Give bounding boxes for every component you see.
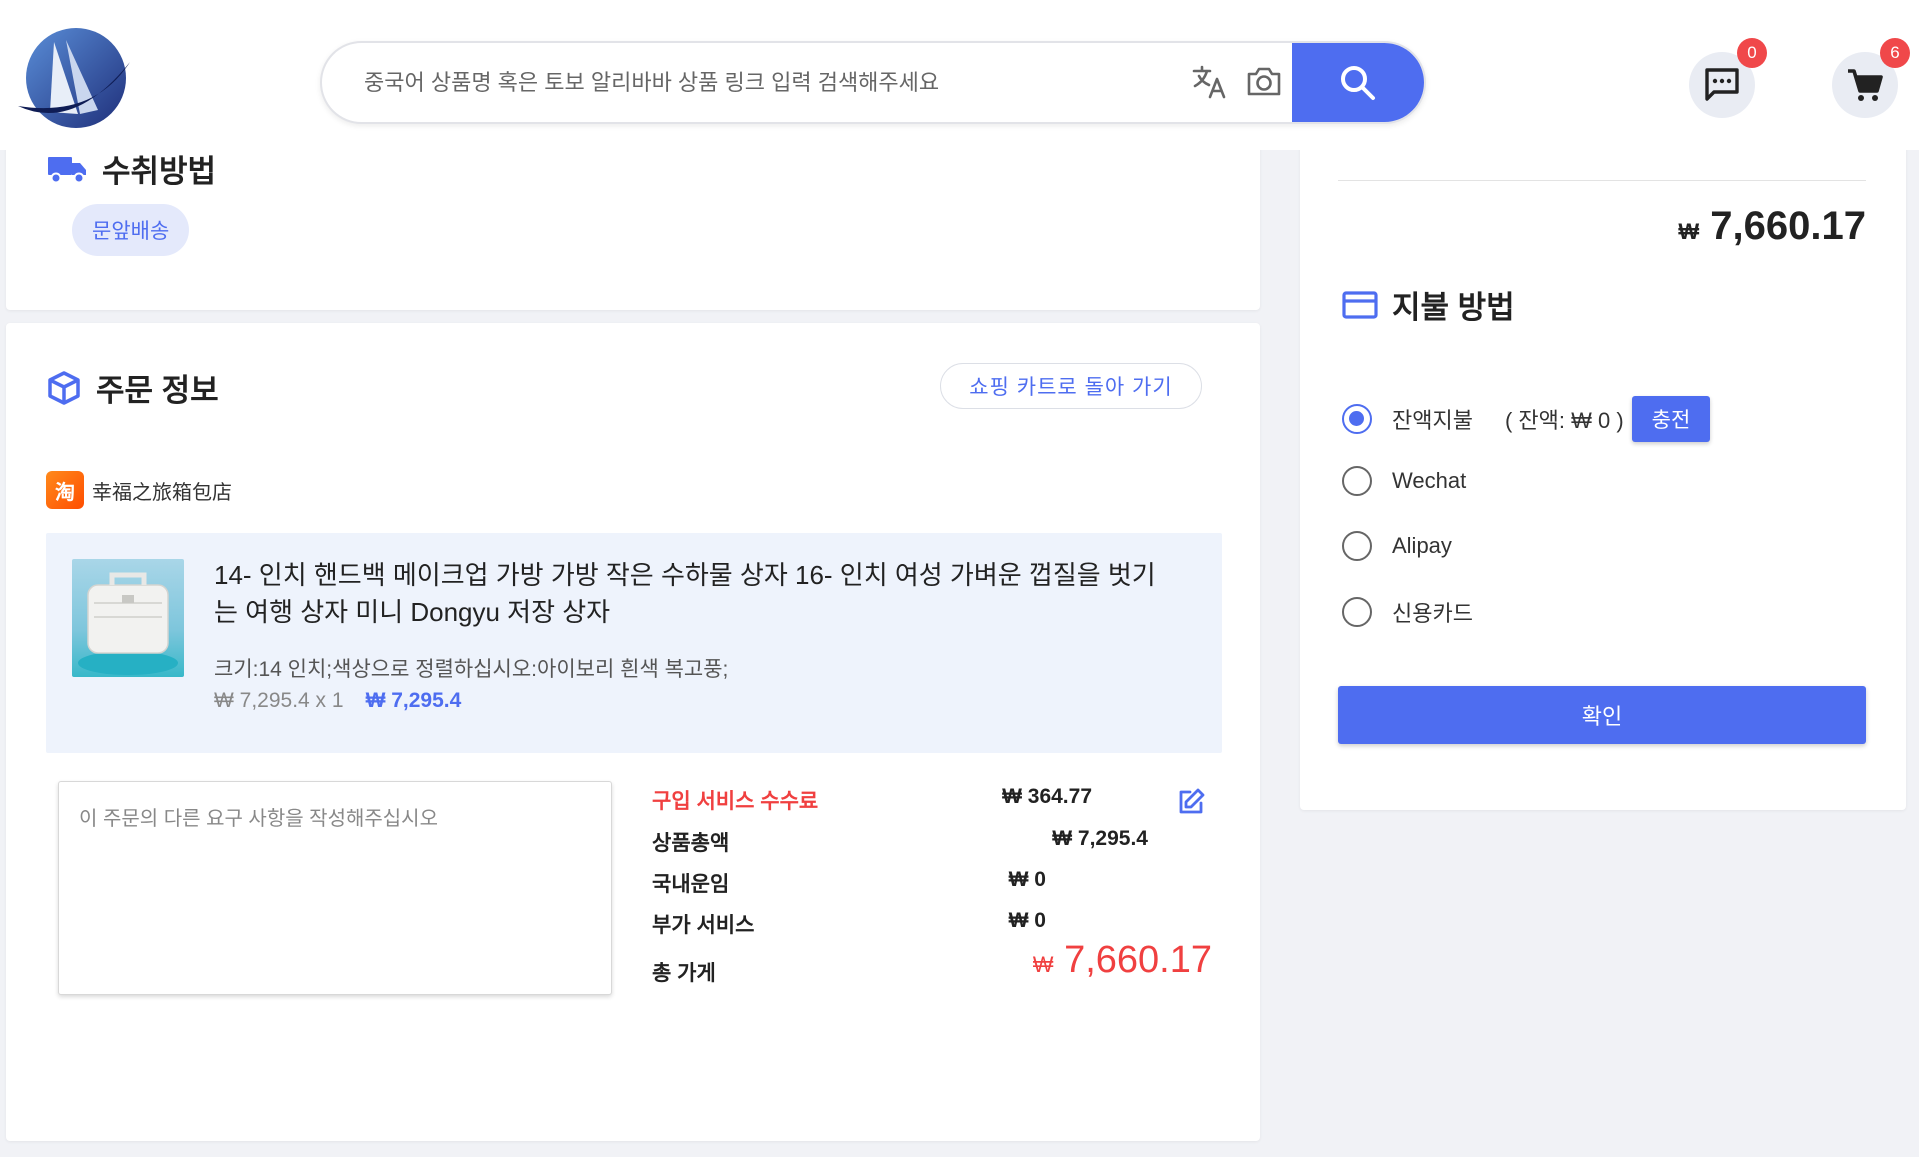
payment-total: ₩ 7,660.17 bbox=[1678, 204, 1866, 249]
search-button[interactable] bbox=[1292, 43, 1424, 122]
extra-service-value: ₩ 0 bbox=[1008, 909, 1046, 932]
payment-option-label: 잔액지불 bbox=[1392, 408, 1473, 433]
search-bar bbox=[320, 41, 1426, 124]
order-header: 주문 정보 bbox=[46, 365, 219, 410]
chat-icon bbox=[1705, 68, 1739, 101]
product-image[interactable] bbox=[72, 559, 184, 677]
extra-service-label: 부가 서비스 bbox=[652, 914, 755, 937]
truck-icon bbox=[48, 156, 86, 183]
payment-title: 지불 방법 bbox=[1392, 290, 1515, 325]
messages-button[interactable]: 0 bbox=[1689, 38, 1767, 118]
search-input[interactable] bbox=[364, 43, 1144, 122]
grand-total-currency: ₩ bbox=[1032, 952, 1054, 977]
grand-total-label: 총 가게 bbox=[652, 962, 716, 985]
delivery-method-chip[interactable]: 문앞배송 bbox=[72, 204, 190, 256]
radio-balance[interactable] bbox=[1342, 404, 1372, 434]
payment-total-amount: 7,660.17 bbox=[1710, 204, 1866, 248]
service-fee-value: ₩ 364.77 bbox=[1002, 785, 1092, 808]
edit-icon[interactable] bbox=[1176, 787, 1206, 817]
grand-total-amount: 7,660.17 bbox=[1064, 939, 1212, 981]
payment-option-alipay[interactable]: Alipay bbox=[1342, 531, 1452, 561]
search-icon bbox=[1341, 65, 1375, 100]
cart-button[interactable]: 6 bbox=[1832, 38, 1910, 118]
order-info-section: 주문 정보 쇼핑 카트로 돌아 가기 淘 幸福之旅箱包店 14- 인치 핸드백 … bbox=[6, 323, 1260, 1141]
translate-icon[interactable] bbox=[1190, 62, 1230, 102]
payment-option-wechat[interactable]: Wechat bbox=[1342, 466, 1466, 496]
unit-price: ₩ 7,295.4 x 1 bbox=[214, 689, 344, 712]
payment-option-balance[interactable]: 잔액지불 ( 잔액: ₩ 0 ) 충전 bbox=[1342, 396, 1711, 442]
cart-icon bbox=[1848, 69, 1883, 101]
product-title[interactable]: 14- 인치 핸드백 메이크업 가방 가방 작은 수하물 상자 16- 인치 여… bbox=[214, 557, 1174, 631]
box-icon bbox=[48, 370, 80, 405]
payment-header: 지불 방법 bbox=[1342, 282, 1515, 327]
shop-name[interactable]: 幸福之旅箱包店 bbox=[92, 476, 232, 505]
balance-text: ( 잔액: ₩ 0 ) bbox=[1504, 408, 1624, 433]
goods-total-label: 상품총액 bbox=[652, 832, 730, 855]
payment-option-label: Wechat bbox=[1392, 468, 1467, 493]
service-fee-label: 구입 서비스 수수료 bbox=[652, 790, 819, 813]
line-total: ₩ 7,295.4 bbox=[365, 689, 462, 712]
radio-wechat[interactable] bbox=[1342, 466, 1372, 496]
taobao-logo: 淘 bbox=[46, 471, 84, 509]
delivery-title: 수취방법 bbox=[102, 154, 217, 189]
domestic-shipping-label: 국내운임 bbox=[652, 873, 730, 896]
product-item: 14- 인치 핸드백 메이크업 가방 가방 작은 수하물 상자 16- 인치 여… bbox=[46, 533, 1222, 753]
payment-total-currency: ₩ bbox=[1678, 219, 1700, 244]
order-memo-input[interactable] bbox=[58, 781, 612, 995]
cart-badge: 6 bbox=[1880, 38, 1910, 68]
order-title: 주문 정보 bbox=[96, 373, 219, 408]
messages-badge: 0 bbox=[1737, 38, 1767, 68]
payment-option-credit-card[interactable]: 신용카드 bbox=[1342, 596, 1473, 628]
goods-total-value: ₩ 7,295.4 bbox=[1052, 827, 1148, 850]
product-price: ₩ 7,295.4 x 1 ₩ 7,295.4 bbox=[214, 689, 461, 713]
divider bbox=[1338, 180, 1866, 181]
delivery-header: 수취방법 bbox=[46, 146, 216, 191]
radio-alipay[interactable] bbox=[1342, 531, 1372, 561]
payment-section: ₩ 7,660.17 지불 방법 잔액지불 ( 잔액: ₩ 0 ) 충전 Wec… bbox=[1300, 120, 1906, 810]
domestic-shipping-value: ₩ 0 bbox=[1008, 868, 1046, 891]
site-logo[interactable] bbox=[14, 22, 132, 134]
radio-credit-card[interactable] bbox=[1342, 597, 1372, 627]
grand-total-value: ₩ 7,660.17 bbox=[1033, 939, 1212, 982]
charge-button[interactable]: 충전 bbox=[1631, 396, 1711, 442]
top-header: 0 6 bbox=[0, 0, 1919, 150]
payment-option-label: Alipay bbox=[1392, 533, 1452, 558]
credit-card-icon bbox=[1342, 290, 1378, 319]
camera-icon[interactable] bbox=[1244, 62, 1284, 102]
back-to-cart-button[interactable]: 쇼핑 카트로 돌아 가기 bbox=[940, 363, 1202, 409]
confirm-button[interactable]: 확인 bbox=[1338, 686, 1866, 744]
shop-info: 淘 幸福之旅箱包店 bbox=[46, 471, 232, 509]
product-spec: 크기:14 인치;색상으로 정렬하십시오:아이보리 흰색 복고풍; bbox=[214, 658, 729, 681]
payment-option-label: 신용카드 bbox=[1392, 601, 1473, 626]
